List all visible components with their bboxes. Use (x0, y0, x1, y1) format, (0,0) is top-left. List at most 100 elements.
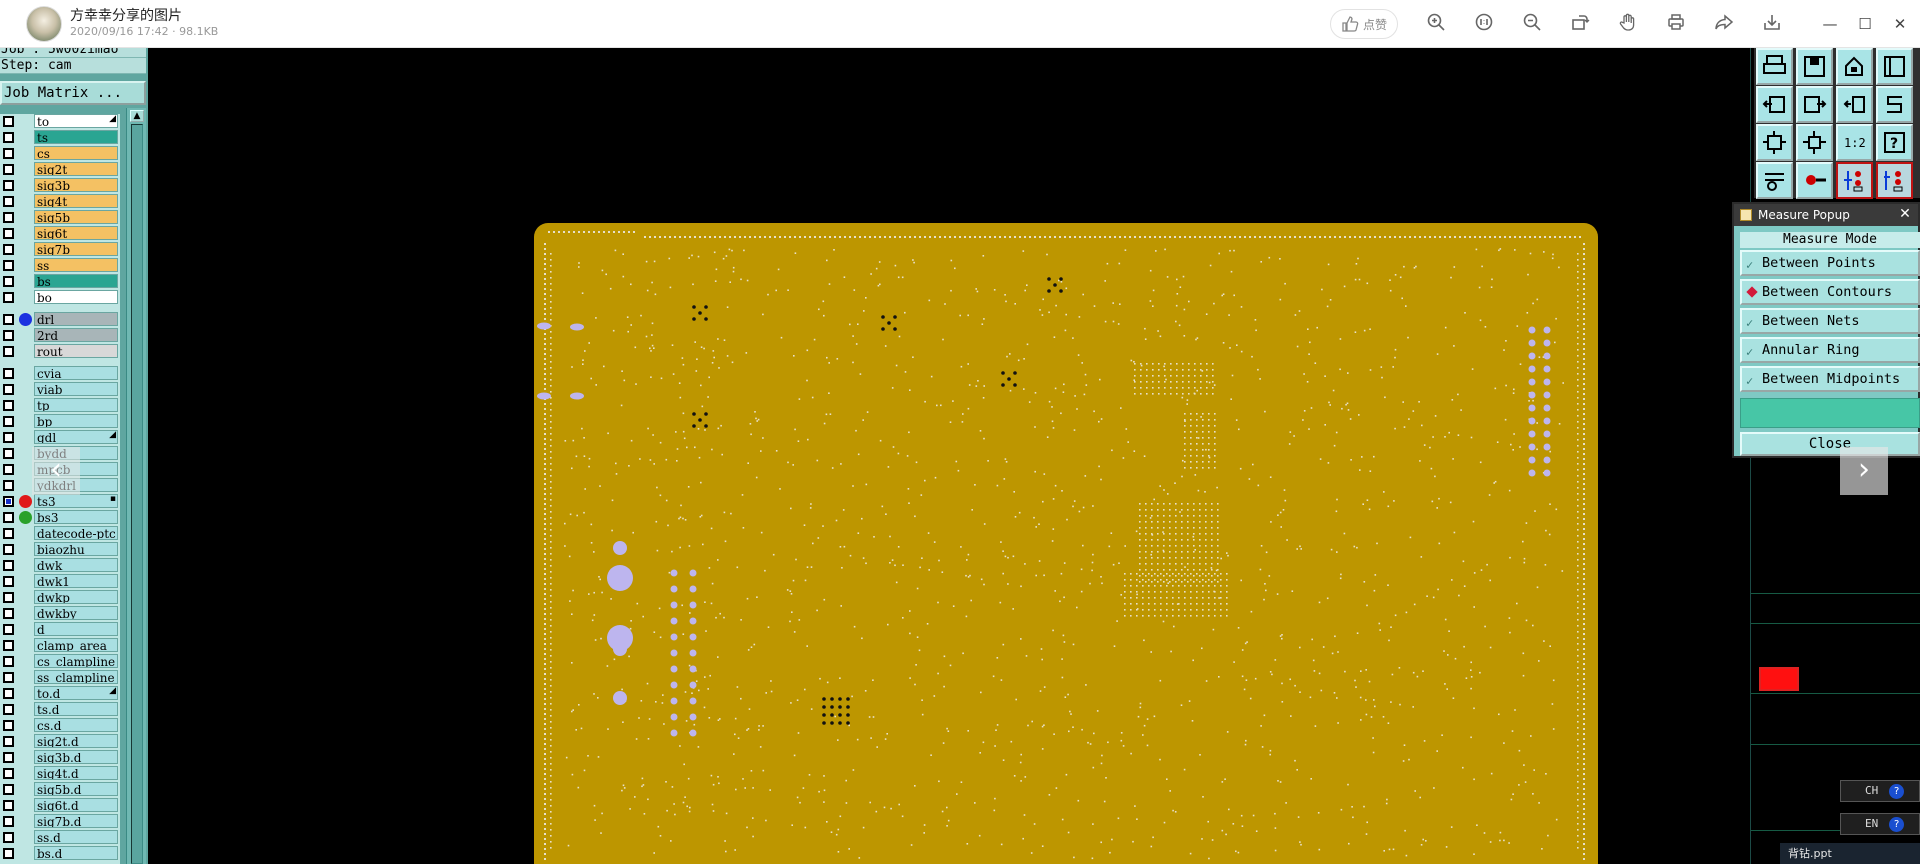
layer-checkbox[interactable] (3, 400, 14, 411)
tool-help-icon[interactable]: ? (1876, 124, 1913, 161)
layer-name[interactable]: sig3b.d (34, 750, 118, 764)
layer-name[interactable]: cvia (34, 366, 118, 380)
popup-close-button[interactable]: Close (1740, 432, 1920, 456)
layer-name[interactable]: 2rd (34, 328, 118, 342)
layer-row[interactable]: ts (0, 130, 118, 145)
option-between-midpoints[interactable]: ✓ Between Midpoints (1740, 366, 1920, 392)
layer-checkbox[interactable] (3, 244, 14, 255)
layer-name[interactable]: sig5b.d (34, 782, 118, 796)
layer-name[interactable]: sig3b (34, 178, 118, 192)
layer-checkbox[interactable] (3, 148, 14, 159)
layer-row[interactable]: sig4t (0, 194, 118, 209)
layer-name[interactable]: ts (34, 130, 118, 144)
layer-name[interactable]: bs.d (34, 846, 118, 860)
layer-checkbox[interactable] (3, 768, 14, 779)
layer-row[interactable]: ss (0, 258, 118, 273)
layer-name[interactable]: dwkp (34, 590, 118, 604)
option-between-contours[interactable]: Between Contours (1740, 279, 1920, 305)
layer-row[interactable]: cs (0, 146, 118, 161)
layer-row[interactable]: dwk (0, 558, 118, 573)
layer-checkbox[interactable] (3, 800, 14, 811)
layer-name[interactable]: rout (34, 344, 118, 358)
layer-checkbox[interactable] (3, 560, 14, 571)
layer-row[interactable]: sig7b (0, 242, 118, 257)
layer-checkbox[interactable] (3, 480, 14, 491)
layer-checkbox[interactable] (3, 212, 14, 223)
layer-name[interactable]: dwkby (34, 606, 118, 620)
layer-checkbox[interactable] (3, 736, 14, 747)
layer-row[interactable]: bs.d (0, 846, 118, 861)
layer-name[interactable]: sig7b.d (34, 814, 118, 828)
hand-icon[interactable] (1616, 12, 1640, 36)
layer-row[interactable]: tp (0, 398, 118, 413)
layer-row[interactable]: dwkby (0, 606, 118, 621)
layer-checkbox[interactable] (3, 720, 14, 731)
layer-name[interactable]: ts.d (34, 702, 118, 716)
layer-row[interactable]: sig6t (0, 226, 118, 241)
layer-name[interactable]: viab (34, 382, 118, 396)
layer-checkbox[interactable] (3, 496, 14, 507)
layer-checkbox[interactable] (3, 512, 14, 523)
layer-checkbox[interactable] (3, 576, 14, 587)
layer-name[interactable]: to (34, 114, 118, 128)
layer-row[interactable]: sig6t.d (0, 798, 118, 813)
tool-settings-icon[interactable] (1756, 162, 1793, 199)
layer-row[interactable]: ss_clampline (0, 670, 118, 685)
layer-row[interactable]: to.d ◢ (0, 686, 118, 701)
layer-name[interactable]: bs (34, 274, 118, 288)
layer-checkbox[interactable] (3, 816, 14, 827)
layer-checkbox[interactable] (3, 848, 14, 859)
layer-row[interactable]: datecode-ptc (0, 526, 118, 541)
layer-row[interactable]: ts.d (0, 702, 118, 717)
layer-checkbox[interactable] (3, 132, 14, 143)
layer-checkbox[interactable] (3, 314, 14, 325)
layer-row[interactable]: ss.d (0, 830, 118, 845)
layer-checkbox[interactable] (3, 688, 14, 699)
share-icon[interactable] (1712, 12, 1736, 36)
layer-name[interactable]: d (34, 622, 118, 636)
tool-mirror-icon[interactable] (1836, 86, 1873, 123)
option-between-points[interactable]: ✓ Between Points (1740, 250, 1920, 276)
layer-name[interactable]: bs3 (34, 510, 118, 524)
layer-name[interactable]: dwk1 (34, 574, 118, 588)
layer-name[interactable]: sig2t (34, 162, 118, 176)
layer-checkbox[interactable] (3, 528, 14, 539)
tool-home-icon[interactable] (1836, 48, 1873, 85)
layer-name[interactable]: biaozhu (34, 542, 118, 556)
layer-checkbox[interactable] (3, 704, 14, 715)
rotate-icon[interactable] (1568, 12, 1592, 36)
tool-snap-right-icon[interactable] (1876, 162, 1913, 199)
layer-checkbox[interactable] (3, 260, 14, 271)
layer-row[interactable]: sig7b.d (0, 814, 118, 829)
scroll-rail[interactable] (131, 124, 143, 864)
tool-s-shape-icon[interactable] (1876, 86, 1913, 123)
layer-row[interactable]: dwkp (0, 590, 118, 605)
layer-row[interactable]: sig5b.d (0, 782, 118, 797)
layer-name[interactable]: sig2t.d (34, 734, 118, 748)
sharer-avatar[interactable] (26, 6, 62, 42)
layer-name[interactable]: ss (34, 258, 118, 272)
help-icon[interactable]: ? (1889, 784, 1904, 799)
tool-panel-icon[interactable] (1876, 48, 1913, 85)
tool-pan-right-icon[interactable] (1796, 86, 1833, 123)
layer-name[interactable]: clamp_area (34, 638, 118, 652)
layer-checkbox[interactable] (3, 432, 14, 443)
layer-checkbox[interactable] (3, 640, 14, 651)
layer-row[interactable]: sig2t.d (0, 734, 118, 749)
layer-row[interactable]: to ◢ (0, 114, 118, 129)
previous-image-button[interactable]: ‹ (32, 447, 80, 495)
tool-center-icon[interactable] (1796, 124, 1833, 161)
layer-scrollbar[interactable]: ▲ (126, 108, 146, 864)
layer-checkbox[interactable] (3, 416, 14, 427)
close-icon[interactable]: ✕ (1888, 12, 1912, 36)
tool-snap-left-icon[interactable] (1836, 162, 1873, 199)
layer-row[interactable]: gdl ◢ (0, 430, 118, 445)
ime-ch-indicator[interactable]: CH? (1840, 780, 1920, 802)
like-button[interactable]: 点赞 (1330, 9, 1399, 39)
maximize-icon[interactable]: ☐ (1853, 12, 1877, 36)
layer-name[interactable]: bo (34, 290, 118, 304)
layer-name[interactable]: to.d (34, 686, 118, 700)
layer-name[interactable]: dwk (34, 558, 118, 572)
layer-checkbox[interactable] (3, 656, 14, 667)
layer-name[interactable]: sig6t.d (34, 798, 118, 812)
